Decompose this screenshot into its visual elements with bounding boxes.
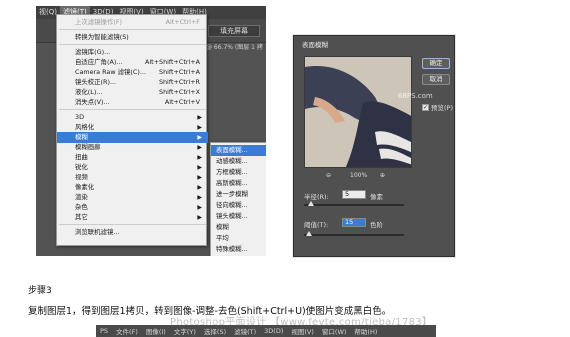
blur-submenu-item-label: 平均 [216, 234, 229, 242]
menu-separator [59, 44, 206, 45]
bottom-menu-item[interactable]: 滤镜(T) [230, 326, 260, 336]
menu-separator [59, 109, 206, 110]
radius-unit: 像素 [370, 193, 383, 201]
blur-submenu-item-label: 特殊模糊... [216, 245, 248, 253]
bottom-menu-item[interactable]: 文件(F) [112, 326, 142, 336]
blur-submenu-item[interactable]: 径向模糊... [211, 200, 266, 211]
blur-submenu-item[interactable]: 平均 [211, 233, 266, 244]
blur-submenu-item-label: 模糊 [216, 223, 229, 231]
photoshop-filter-menu-screenshot: 视(Q) 滤镜(T) 3D(D) 视图(V) 窗口(W) 帮助(H) 填充屏幕 … [36, 6, 266, 256]
bottom-menu-item[interactable]: PS [96, 327, 112, 335]
filter-menu-item[interactable]: 消失点(V)... Alt+Ctrl+V [57, 97, 208, 108]
filter-menu-item-shortcut: Alt+Ctrl+V [164, 98, 200, 106]
blur-submenu-item[interactable]: 模糊 [211, 222, 266, 233]
blur-submenu-item-label: 形状模糊... [216, 255, 248, 256]
preview-image[interactable] [304, 56, 412, 168]
threshold-unit: 色阶 [370, 221, 383, 229]
surface-blur-dialog-screenshot: 表面模糊 确定 取消 ✓ 预览(P) 68PS.com ⊖ 100% ⊕ 半径(… [292, 34, 456, 258]
threshold-slider-knob[interactable] [306, 231, 312, 236]
ps-bottom-menubar: PS 文件(F) 图像(I) 文字(Y) 选择(S) 滤镜(T) 3D(D) 视图(V) 窗口(… [96, 325, 436, 337]
filter-menu-item[interactable]: 上次滤镜操作(F) Alt+Ctrl+F [57, 17, 208, 28]
filter-menu-item-label: 转换为智能滤镜(S) [75, 33, 129, 41]
menu-separator [59, 224, 206, 225]
preview-photo-illustration [305, 57, 411, 167]
step-heading: 步骤3 [28, 286, 52, 296]
blur-submenu-item[interactable]: 进一步模糊 [211, 189, 266, 200]
cancel-button[interactable]: 取消 [422, 74, 450, 85]
preview-checkbox-row[interactable]: ✓ 预览(P) [422, 102, 453, 112]
radius-slider-knob[interactable] [308, 201, 314, 206]
blur-submenu-item[interactable]: 形状模糊... [211, 255, 266, 256]
threshold-label: 阈值(T): [304, 221, 329, 229]
68ps-site-watermark: 68PS.com [398, 92, 433, 100]
filter-menu-item-label: 消失点(V)... [75, 98, 110, 106]
preview-checkbox[interactable]: ✓ [422, 103, 429, 111]
filter-menu-item[interactable]: 其它 ▶ [57, 212, 208, 223]
blur-submenu-item-label: 高斯模糊... [216, 179, 248, 187]
radius-input[interactable]: 5 [342, 190, 366, 199]
menu-separator [59, 29, 206, 30]
threshold-row: 阈值(T): 15 色阶 [304, 218, 444, 229]
bottom-menu-item[interactable]: 选择(S) [200, 326, 230, 336]
blur-submenu-item-label: 动感模糊... [216, 157, 248, 165]
radius-label: 半径(R): [304, 193, 329, 201]
filter-menu-item-label: 上次滤镜操作(F) [75, 18, 123, 26]
blur-submenu-item[interactable]: 镜头模糊... [211, 211, 266, 222]
filter-menu-item[interactable]: 转换为智能滤镜(S) [57, 32, 208, 43]
bottom-menu-item[interactable]: 3D(D) [260, 327, 287, 335]
doc-zoom-status: @ 66.7% (图层 1 拷 [206, 44, 263, 51]
zoom-in-icon[interactable]: ⊕ [380, 172, 385, 179]
blur-submenu-item[interactable]: 高斯模糊... [211, 178, 266, 189]
blur-submenu-item-label: 镜头模糊... [216, 212, 248, 220]
fill-screen-button[interactable]: 填充屏幕 [208, 25, 260, 37]
radius-slider[interactable] [304, 201, 404, 206]
zoom-controls: ⊖ 100% ⊕ [304, 172, 412, 182]
zoom-out-icon[interactable]: ⊖ [326, 172, 331, 179]
bottom-menu-item[interactable]: 帮助(H) [350, 326, 381, 336]
bottom-menu-item[interactable]: 图像(I) [142, 326, 170, 336]
blur-submenu: 表面模糊... 动感模糊... 方框模糊... 高斯模糊... 进一步模糊径向模糊...… [210, 142, 266, 256]
filter-dropdown-menu: 上次滤镜操作(F) Alt+Ctrl+F 转换为智能滤镜(S) 滤镜库(G)... 自适… [56, 14, 208, 246]
surface-blur-dialog: 表面模糊 确定 取消 ✓ 预览(P) 68PS.com ⊖ 100% ⊕ 半径(… [293, 35, 455, 257]
dialog-title: 表面模糊 [302, 41, 328, 49]
submenu-arrow-icon: ▶ [197, 214, 202, 221]
zoom-level: 100% [350, 172, 368, 179]
blur-submenu-item-label: 进一步模糊 [216, 190, 248, 198]
blur-submenu-item[interactable]: 方框模糊... [211, 167, 266, 178]
radius-row: 半径(R): 5 像素 [304, 190, 444, 201]
blur-submenu-item[interactable]: 特殊模糊... [211, 244, 266, 255]
filter-menu-item-label: 浏览联机滤镜... [75, 228, 120, 236]
bottom-menu-item[interactable]: 窗口(W) [318, 326, 351, 336]
blur-submenu-item[interactable]: 动感模糊... [211, 156, 266, 167]
threshold-slider[interactable] [304, 231, 404, 236]
filter-menu-item-label: 其它 [75, 213, 88, 221]
ok-button[interactable]: 确定 [422, 58, 450, 69]
blur-submenu-item-label: 表面模糊... [216, 146, 248, 154]
filter-menu-item-shortcut: Alt+Ctrl+F [165, 18, 200, 26]
preview-label: 预览(P) [431, 104, 453, 112]
blur-submenu-item-label: 径向模糊... [216, 201, 248, 209]
threshold-input[interactable]: 15 [342, 218, 366, 227]
blur-submenu-item[interactable]: 表面模糊... [211, 145, 266, 156]
filter-menu-item[interactable]: 浏览联机滤镜... [57, 227, 208, 238]
blur-submenu-item-label: 方框模糊... [216, 168, 248, 176]
bottom-menu-item[interactable]: 视图(V) [287, 326, 318, 336]
bottom-menu-item[interactable]: 文字(Y) [170, 326, 200, 336]
